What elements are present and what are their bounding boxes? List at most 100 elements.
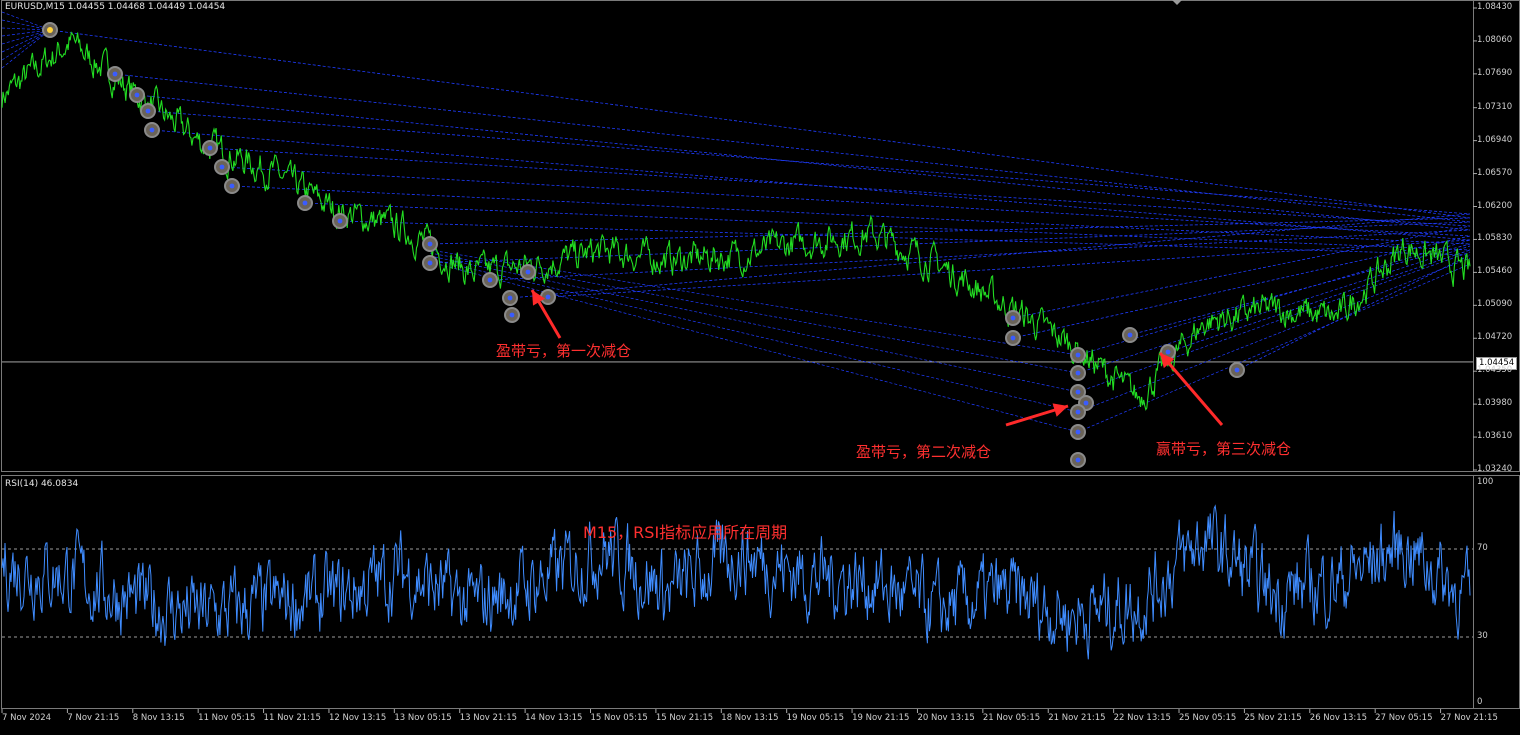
trend-line bbox=[231, 185, 1471, 245]
trade-marker-dot bbox=[507, 295, 513, 301]
mt-chart-window: EURUSD,M15 1.04455 1.04468 1.04449 1.044… bbox=[0, 0, 1520, 735]
price-tick-label: 1.07690 bbox=[1477, 67, 1513, 78]
trade-marker-dot bbox=[1010, 335, 1016, 341]
trend-line bbox=[1236, 254, 1471, 371]
rsi-tick-label: 70 bbox=[1477, 543, 1488, 553]
trade-marker-dot bbox=[427, 260, 433, 266]
trade-marker-dot bbox=[337, 218, 343, 224]
trend-lines bbox=[1, 11, 1471, 433]
trend-line bbox=[1167, 249, 1471, 353]
trade-marker-dot bbox=[1075, 429, 1081, 435]
chart-shift-marker-icon[interactable] bbox=[1172, 0, 1182, 5]
time-tick-label: 7 Nov 21:15 bbox=[67, 713, 120, 723]
trade-marker-dot bbox=[427, 241, 433, 247]
trend-line bbox=[429, 258, 1079, 413]
chart-canvas[interactable] bbox=[0, 0, 1520, 735]
time-tick-label: 22 Nov 13:15 bbox=[1113, 713, 1171, 723]
trade-marker-dot bbox=[1075, 370, 1081, 376]
trend-line bbox=[49, 29, 1471, 219]
time-tick-label: 26 Nov 13:15 bbox=[1309, 713, 1368, 723]
trend-line bbox=[114, 73, 1471, 223]
trade-marker-dot bbox=[1075, 409, 1081, 415]
price-tick-label: 1.08430 bbox=[1477, 2, 1513, 12]
time-tick-label: 15 Nov 21:15 bbox=[655, 713, 714, 723]
time-tick-label: 19 Nov 05:15 bbox=[786, 713, 844, 723]
arrow-third bbox=[1158, 352, 1224, 426]
time-tick-label: 7 Nov 2024 bbox=[2, 713, 52, 723]
trend-line bbox=[136, 94, 1471, 231]
trade-marker-dot bbox=[487, 277, 493, 283]
annotation-third-reduce: 赢带亏，第三次减仓 bbox=[1156, 440, 1292, 458]
trade-marker-dot bbox=[1127, 332, 1133, 338]
price-tick-label: 1.06570 bbox=[1477, 167, 1513, 178]
trade-marker-dot bbox=[219, 164, 225, 170]
trade-marker-dot bbox=[229, 183, 235, 189]
price-tick-label: 1.06940 bbox=[1477, 134, 1513, 145]
trade-marker-dot bbox=[1165, 349, 1171, 355]
rsi-pane-header: RSI(14) 46.0834 bbox=[5, 479, 79, 489]
price-tick-label: 1.04720 bbox=[1477, 332, 1513, 343]
trade-marker-dot bbox=[1075, 389, 1081, 395]
time-tick-label: 12 Nov 13:15 bbox=[328, 713, 387, 723]
time-tick-label: 15 Nov 05:15 bbox=[590, 713, 648, 723]
price-tick-label: 1.03980 bbox=[1477, 398, 1513, 409]
price-tick-label: 1.05090 bbox=[1477, 299, 1513, 310]
rsi-tick-label: 30 bbox=[1477, 631, 1488, 641]
price-series bbox=[1, 31, 1471, 411]
annotation-arrows bbox=[530, 289, 1224, 427]
trade-marker-start bbox=[47, 27, 53, 33]
trade-marker-dot bbox=[509, 312, 515, 318]
time-tick-label: 14 Nov 13:15 bbox=[525, 713, 583, 723]
trade-marker-dot bbox=[1083, 400, 1089, 406]
trade-marker-dot bbox=[207, 145, 213, 151]
time-tick-label: 21 Nov 21:15 bbox=[1048, 713, 1106, 723]
trade-marker-dot bbox=[1234, 367, 1240, 373]
trend-line bbox=[1, 29, 51, 61]
trade-marker-dot bbox=[545, 294, 551, 300]
price-tick-label: 1.08060 bbox=[1477, 34, 1513, 45]
time-tick-label: 13 Nov 21:15 bbox=[459, 713, 518, 723]
annotation-second-reduce: 盈带亏，第二次减仓 bbox=[856, 443, 992, 461]
price-tick-label: 1.03610 bbox=[1477, 431, 1513, 442]
time-tick-label: 11 Nov 05:15 bbox=[198, 713, 256, 723]
trend-line bbox=[1077, 263, 1471, 433]
time-tick-label: 27 Nov 21:15 bbox=[1440, 713, 1498, 723]
time-tick-label: 27 Nov 05:15 bbox=[1375, 713, 1433, 723]
trade-marker-dot bbox=[525, 269, 531, 275]
trade-marker-dot bbox=[134, 92, 140, 98]
trend-line bbox=[1012, 235, 1471, 339]
rsi-tick-label: 100 bbox=[1477, 477, 1494, 487]
trade-marker-dot bbox=[149, 127, 155, 133]
trend-line bbox=[147, 110, 1471, 215]
time-tick-label: 25 Nov 21:15 bbox=[1244, 713, 1302, 723]
time-tick-label: 18 Nov 13:15 bbox=[721, 713, 779, 723]
time-tick-label: 8 Nov 13:15 bbox=[132, 713, 185, 723]
trade-marker-dot bbox=[1075, 352, 1081, 358]
price-tick-label: 1.04350 bbox=[1477, 365, 1513, 376]
trade-marker-dot bbox=[1075, 457, 1081, 463]
trade-marker-dot bbox=[1010, 315, 1016, 321]
price-tick-label: 1.05460 bbox=[1477, 266, 1513, 277]
price-tick-label: 1.06200 bbox=[1477, 200, 1513, 211]
time-tick-label: 13 Nov 05:15 bbox=[394, 713, 452, 723]
time-tick-label: 20 Nov 13:15 bbox=[917, 713, 975, 723]
time-tick-label: 25 Nov 05:15 bbox=[1179, 713, 1237, 723]
annotation-rsi-note: M15，RSI指标应用所在周期 bbox=[583, 523, 788, 542]
time-tick-label: 21 Nov 05:15 bbox=[982, 713, 1041, 723]
trade-marker-dot bbox=[302, 200, 308, 206]
trade-marker-dot bbox=[112, 71, 118, 77]
price-tick-label: 1.07310 bbox=[1477, 101, 1513, 112]
time-tick-label: 19 Nov 21:15 bbox=[852, 713, 910, 723]
trend-line bbox=[209, 147, 1471, 227]
trend-line bbox=[1077, 251, 1471, 393]
trend-line bbox=[1012, 225, 1471, 319]
price-tick-label: 1.05830 bbox=[1477, 233, 1513, 244]
price-line bbox=[1, 31, 1471, 411]
price-tick-label: 1.03240 bbox=[1477, 464, 1513, 474]
time-tick-label: 11 Nov 21:15 bbox=[263, 713, 321, 723]
annotation-first-reduce: 盈带亏，第一次减仓 bbox=[496, 342, 632, 360]
trade-marker-dot bbox=[145, 108, 151, 114]
trend-line bbox=[429, 217, 1471, 245]
rsi-tick-label: 0 bbox=[1477, 697, 1483, 707]
price-pane-header: EURUSD,M15 1.04455 1.04468 1.04449 1.044… bbox=[5, 2, 226, 12]
